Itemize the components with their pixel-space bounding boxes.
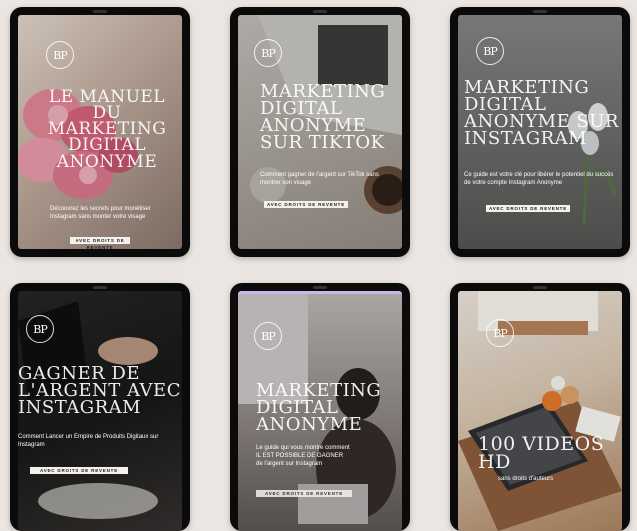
resale-rights-badge: AVEC DROITS DE REVENTE [70,237,130,249]
camera-notch [313,286,327,289]
card-subtitle-line-2: IL EST POSSIBLE DE GAGNER [256,453,344,459]
card-title: 100 VIDEOS HD [478,433,605,474]
card-title: LE MANUEL DU MARKETING DIGITAL ANONYME [47,87,167,172]
resale-rights-badge: AVEC DROITS DE REVENTE [486,205,570,212]
tablet-screen: BP GAGNER DE L'ARGENT AVEC INSTAGRAM Com… [18,291,182,531]
camera-notch [93,10,107,13]
card-subtitle: Ce guide est votre clé pour libérer le p… [464,172,614,186]
product-card-marketing-anonyme[interactable]: BP MARKETING DIGITAL ANONYME Le guide qu… [230,283,410,531]
camera-notch [533,10,547,13]
card-title: MARKETING DIGITAL ANONYME SUR TIKTOK [260,81,386,154]
tablet-screen: BP LE MANUEL DU MARKETING DIGITAL ANONYM… [18,15,182,249]
bp-logo: BP [486,319,514,347]
bp-logo: BP [46,41,74,69]
tablet-screen: BP MARKETING DIGITAL ANONYME Le guide qu… [238,291,402,531]
card-subtitle: sans droits d'auteurs [498,476,554,482]
resale-rights-badge: AVEC DROITS DE REVENTE [256,490,352,497]
product-card-gagner-argent[interactable]: BP GAGNER DE L'ARGENT AVEC INSTAGRAM Com… [10,283,190,531]
product-card-manuel-marketing[interactable]: BP LE MANUEL DU MARKETING DIGITAL ANONYM… [10,7,190,257]
card-subtitle-line-1: Le guide qui vous montre comment [256,445,350,451]
card-title: MARKETING DIGITAL ANONYME SUR INSTAGRAM [464,77,619,150]
card-title: MARKETING DIGITAL ANONYME [256,380,382,436]
tablet-screen: BP 100 VIDEOS HD sans droits d'auteurs [458,291,622,531]
camera-notch [93,286,107,289]
card-subtitle: Comment gagner de l'argent sur TikTok sa… [260,172,379,186]
card-title: GAGNER DE L'ARGENT AVEC INSTAGRAM [18,363,181,419]
product-card-marketing-tiktok[interactable]: BP MARKETING DIGITAL ANONYME SUR TIKTOK … [230,7,410,257]
card-subtitle-line-3: de l'argent sur Instagram [256,461,323,467]
product-card-100-videos[interactable]: BP 100 VIDEOS HD sans droits d'auteurs [450,283,630,531]
tablet-screen: BP MARKETING DIGITAL ANONYME SUR TIKTOK … [238,15,402,249]
bp-logo: BP [26,315,54,343]
card-subtitle: Comment Lancer un Empire de Produits Dig… [18,434,159,448]
bp-logo: BP [254,322,282,350]
tablet-screen: BP MARKETING DIGITAL ANONYME SUR INSTAGR… [458,15,622,249]
camera-notch [313,10,327,13]
resale-rights-badge: AVEC DROITS DE REVENTE [30,467,128,474]
card-subtitle: Découvrez les secrets pour monétiser Ins… [50,206,151,220]
resale-rights-badge: AVEC DROITS DE REVENTE [264,201,348,208]
bp-logo: BP [254,39,282,67]
dark-overlay [458,291,622,531]
bp-logo: BP [476,37,504,65]
camera-notch [533,286,547,289]
product-card-marketing-instagram[interactable]: BP MARKETING DIGITAL ANONYME SUR INSTAGR… [450,7,630,257]
